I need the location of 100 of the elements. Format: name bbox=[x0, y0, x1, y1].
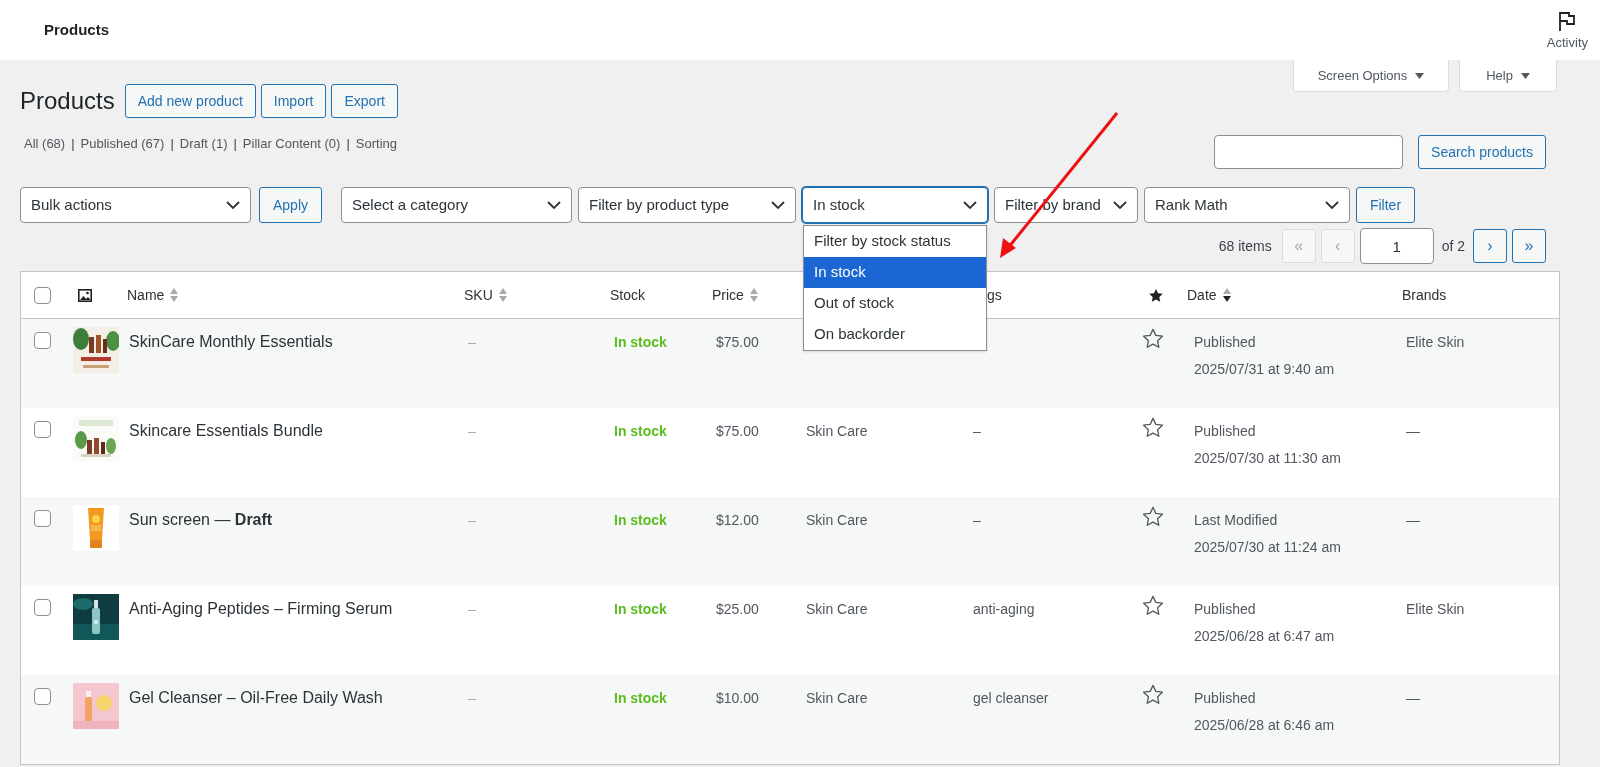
separator: | bbox=[233, 135, 237, 154]
stock-status: In stock bbox=[614, 512, 667, 528]
sku-text: – bbox=[468, 690, 476, 706]
date-status: Published bbox=[1194, 333, 1257, 352]
select-dropdown[interactable]: Rank Math bbox=[1144, 187, 1350, 223]
sku-text: – bbox=[468, 512, 476, 528]
price-text: $75.00 bbox=[716, 423, 759, 439]
page-action-button[interactable]: Import bbox=[260, 84, 327, 118]
category-link[interactable]: Skin Care bbox=[806, 601, 868, 617]
chevron-down-icon bbox=[226, 200, 240, 210]
column-header[interactable]: Name bbox=[127, 284, 165, 306]
brand-text: — bbox=[1406, 512, 1420, 528]
brand-text: Elite Skin bbox=[1406, 601, 1465, 617]
search-field[interactable] bbox=[1214, 135, 1404, 169]
product-name-link[interactable]: Skincare Essentials Bundle bbox=[129, 422, 323, 439]
chevron-down-icon bbox=[1113, 200, 1127, 210]
column-header: gs bbox=[987, 285, 1002, 305]
tag-link[interactable]: – bbox=[973, 423, 981, 439]
caret-icon bbox=[1520, 72, 1530, 79]
page-number-field[interactable]: 1 bbox=[1359, 228, 1434, 264]
separator: | bbox=[71, 135, 75, 154]
category-link[interactable]: Skin Care bbox=[806, 423, 868, 439]
activity-button[interactable]: Activity bbox=[1546, 7, 1588, 53]
select-dropdown[interactable]: Bulk actions bbox=[20, 187, 251, 223]
search-products-button[interactable]: Search products bbox=[1418, 135, 1546, 169]
page-action-button[interactable]: Export bbox=[331, 84, 398, 118]
star-icon[interactable] bbox=[1142, 506, 1164, 527]
price-text: $25.00 bbox=[716, 601, 759, 617]
column-header: Brands bbox=[1402, 285, 1447, 305]
price-text: $12.00 bbox=[716, 512, 759, 528]
product-name-link[interactable]: SkinCare Monthly Essentials bbox=[129, 333, 333, 350]
checkbox[interactable] bbox=[34, 688, 51, 705]
stock-status: In stock bbox=[614, 334, 667, 350]
view-filter-link[interactable]: Published (67) bbox=[80, 134, 165, 154]
chevron-down-icon bbox=[547, 200, 561, 210]
sku-text: – bbox=[468, 601, 476, 617]
brand-text: — bbox=[1406, 423, 1420, 439]
page-action-button[interactable]: Add new product bbox=[124, 84, 256, 118]
view-filter-link[interactable]: Pillar Content (0) bbox=[242, 134, 341, 154]
checkbox[interactable] bbox=[34, 286, 51, 304]
checkbox[interactable] bbox=[34, 599, 51, 616]
dropdown-option[interactable]: In stock bbox=[804, 257, 986, 288]
checkbox[interactable] bbox=[34, 510, 51, 527]
product-name-link[interactable]: Sun screen — Draft bbox=[129, 511, 273, 528]
product-name-link[interactable]: Anti-Aging Peptides – Firming Serum bbox=[129, 600, 393, 617]
select-dropdown[interactable]: Filter by product type bbox=[578, 187, 796, 223]
screen-meta-tab[interactable]: Screen Options bbox=[1293, 60, 1449, 92]
select-dropdown[interactable]: Select a category bbox=[341, 187, 572, 223]
brand-text: Elite Skin bbox=[1406, 334, 1465, 350]
chevron-down-icon bbox=[771, 200, 785, 210]
chevron-down-icon bbox=[963, 200, 977, 210]
apply-button[interactable]: Apply bbox=[259, 187, 322, 223]
separator: | bbox=[170, 135, 174, 154]
view-filter-link[interactable]: All (68) bbox=[24, 134, 66, 154]
pagination-button[interactable]: › bbox=[1473, 229, 1507, 263]
image-icon bbox=[78, 288, 92, 302]
dropdown-option[interactable]: Filter by stock status bbox=[804, 226, 986, 257]
filter-button[interactable]: Filter bbox=[1356, 187, 1415, 223]
product-name-link[interactable]: Gel Cleanser – Oil-Free Daily Wash bbox=[129, 689, 383, 706]
date-text: 2025/07/31 at 9:40 am bbox=[1194, 360, 1336, 379]
tag-link[interactable]: – bbox=[973, 512, 981, 528]
date-status: Published bbox=[1194, 689, 1257, 708]
pagination-button[interactable]: » bbox=[1512, 229, 1546, 263]
category-link[interactable]: Skin Care bbox=[806, 512, 868, 528]
view-filter-link[interactable]: Sorting bbox=[355, 134, 397, 154]
date-text: 2025/07/30 at 11:30 am bbox=[1194, 449, 1342, 468]
view-filter-link[interactable]: Draft (1) bbox=[179, 134, 228, 154]
checkbox[interactable] bbox=[34, 421, 51, 438]
column-header[interactable]: Date bbox=[1187, 284, 1217, 306]
page-title: Products bbox=[20, 86, 115, 116]
sku-text: – bbox=[468, 423, 476, 439]
sort-icon[interactable] bbox=[1221, 287, 1232, 303]
top-bar-title: Products bbox=[44, 19, 109, 40]
date-text: 2025/06/28 at 6:46 am bbox=[1194, 716, 1336, 735]
select-dropdown[interactable]: In stock bbox=[802, 187, 988, 223]
star-icon[interactable] bbox=[1142, 595, 1164, 616]
chevron-down-icon bbox=[1325, 200, 1339, 210]
tag-link[interactable]: anti-aging bbox=[973, 601, 1035, 617]
star-icon bbox=[1148, 287, 1164, 303]
column-header[interactable]: SKU bbox=[464, 284, 493, 306]
page-total: of 2 bbox=[1441, 236, 1465, 256]
date-status: Last Modified bbox=[1194, 511, 1279, 530]
column-header: Stock bbox=[610, 285, 645, 305]
dropdown-option[interactable]: On backorder bbox=[804, 319, 986, 350]
brand-text: — bbox=[1406, 690, 1420, 706]
tag-link[interactable]: gel cleanser bbox=[973, 690, 1049, 706]
price-text: $75.00 bbox=[716, 334, 759, 350]
separator: | bbox=[346, 135, 350, 154]
star-icon[interactable] bbox=[1142, 328, 1164, 349]
screen-meta-tab[interactable]: Help bbox=[1459, 60, 1557, 92]
star-icon[interactable] bbox=[1142, 417, 1164, 438]
caret-icon bbox=[1415, 72, 1425, 79]
column-header[interactable]: Price bbox=[712, 284, 744, 306]
date-text: 2025/06/28 at 6:47 am bbox=[1194, 627, 1336, 646]
category-link[interactable]: Skin Care bbox=[806, 690, 868, 706]
dropdown-option[interactable]: Out of stock bbox=[804, 288, 986, 319]
star-icon[interactable] bbox=[1142, 684, 1164, 705]
checkbox[interactable] bbox=[34, 332, 51, 349]
stock-status: In stock bbox=[614, 690, 667, 706]
date-text: 2025/07/30 at 11:24 am bbox=[1194, 538, 1342, 557]
